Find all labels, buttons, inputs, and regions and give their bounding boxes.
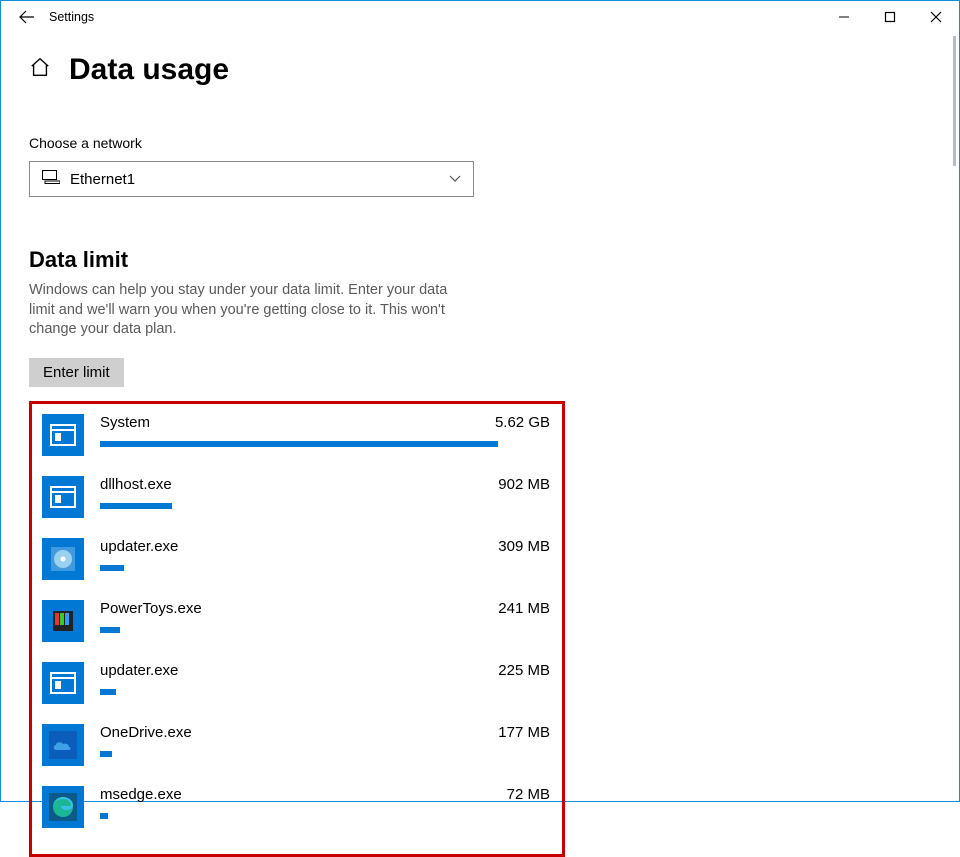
usage-row: OneDrive.exe177 MB [42, 724, 550, 766]
app-name: PowerToys.exe [100, 600, 498, 617]
usage-row: updater.exe309 MB [42, 538, 550, 580]
app-icon [42, 414, 84, 456]
app-name: updater.exe [100, 662, 498, 679]
window-controls [821, 1, 959, 33]
network-selected-value: Ethernet1 [70, 171, 135, 188]
network-label: Choose a network [29, 135, 959, 151]
page-title: Data usage [69, 53, 229, 87]
usage-bar [100, 751, 112, 757]
app-data-amount: 5.62 GB [495, 414, 550, 431]
data-limit-heading: Data limit [29, 247, 959, 273]
app-data-amount: 225 MB [498, 662, 550, 679]
app-name: dllhost.exe [100, 476, 498, 493]
scrollbar[interactable] [953, 36, 956, 166]
titlebar: Settings [1, 1, 959, 33]
usage-row: msedge.exe72 MB [42, 786, 550, 828]
app-data-amount: 902 MB [498, 476, 550, 493]
window-title: Settings [49, 10, 94, 24]
usage-row: System5.62 GB [42, 414, 550, 456]
usage-bar [100, 813, 108, 819]
usage-row: PowerToys.exe241 MB [42, 600, 550, 642]
app-data-amount: 241 MB [498, 600, 550, 617]
data-limit-description: Windows can help you stay under your dat… [29, 281, 469, 340]
usage-bar [100, 627, 120, 633]
app-icon [42, 476, 84, 518]
usage-bar [100, 689, 116, 695]
back-arrow-icon [19, 9, 35, 25]
minimize-button[interactable] [821, 1, 867, 33]
ethernet-icon [42, 170, 60, 188]
content-area: Data usage Choose a network Ethernet1 Da… [1, 33, 959, 801]
app-icon [42, 662, 84, 704]
maximize-icon [884, 11, 896, 23]
enter-limit-button[interactable]: Enter limit [29, 358, 124, 387]
app-name: System [100, 414, 495, 431]
usage-bar [100, 565, 124, 571]
app-data-amount: 309 MB [498, 538, 550, 555]
back-button[interactable] [7, 1, 47, 33]
home-icon[interactable] [29, 56, 51, 84]
app-data-amount: 72 MB [507, 786, 550, 803]
chevron-down-icon [449, 172, 461, 186]
usage-bar [100, 503, 172, 509]
page-header: Data usage [29, 53, 959, 87]
app-icon [42, 600, 84, 642]
app-icon [42, 724, 84, 766]
network-select[interactable]: Ethernet1 [29, 161, 474, 197]
app-name: updater.exe [100, 538, 498, 555]
usage-row: dllhost.exe902 MB [42, 476, 550, 518]
usage-row: updater.exe225 MB [42, 662, 550, 704]
minimize-icon [838, 11, 850, 23]
app-icon [42, 786, 84, 828]
app-data-amount: 177 MB [498, 724, 550, 741]
app-name: OneDrive.exe [100, 724, 498, 741]
maximize-button[interactable] [867, 1, 913, 33]
close-button[interactable] [913, 1, 959, 33]
app-name: msedge.exe [100, 786, 507, 803]
close-icon [930, 11, 942, 23]
usage-bar [100, 441, 498, 447]
app-icon [42, 538, 84, 580]
usage-list: System5.62 GB dllhost.exe902 MB updater.ex… [29, 401, 565, 857]
